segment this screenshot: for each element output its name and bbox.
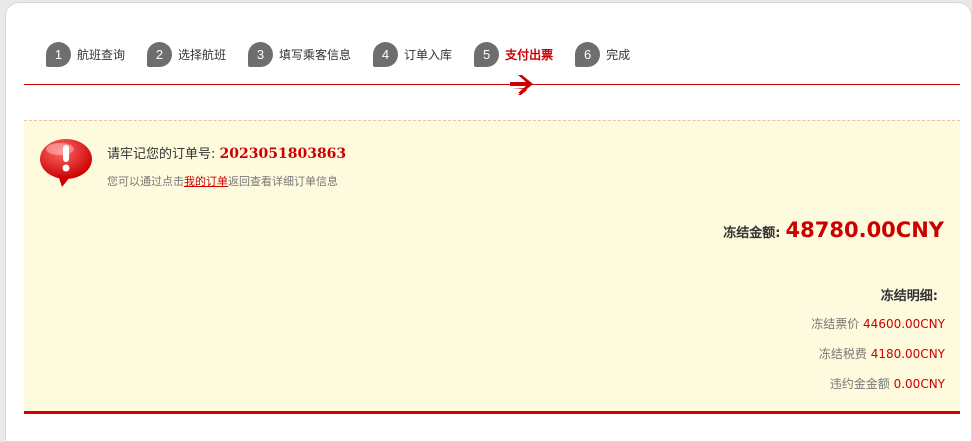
step-1: 1 航班查询 [46, 41, 126, 67]
step-number: 6 [575, 41, 601, 67]
step-4: 4 订单入库 [373, 41, 453, 67]
frozen-fare-row: 冻结票价 44600.00CNY [811, 315, 945, 332]
step-5-current: 5 支付出票 [474, 41, 554, 67]
order-number: 2023051803863 [219, 146, 347, 162]
detail-label: 冻结票价 [811, 317, 860, 331]
detail-value: 4180.00CNY [870, 347, 945, 361]
step-6: 6 完成 [575, 41, 631, 67]
detail-value: 0.00CNY [893, 377, 945, 391]
step-number: 1 [46, 41, 71, 67]
step-label: 订单入库 [404, 47, 453, 62]
detail-label: 违约金金额 [829, 377, 890, 391]
order-number-label: 请牢记您的订单号: [107, 147, 216, 162]
hint-text: 您可以通过点击 [107, 175, 184, 188]
step-label: 选择航班 [178, 47, 227, 62]
hint-text: 返回查看详细订单信息 [228, 175, 338, 188]
detail-value: 44600.00CNY [863, 317, 945, 331]
step-number: 3 [248, 41, 274, 67]
frozen-detail-title: 冻结明细: [880, 289, 938, 304]
frozen-total-amount: 48780.00CNY [785, 218, 944, 242]
step-2: 2 选择航班 [147, 41, 227, 67]
frozen-total: 冻结金额: 48780.00CNY [723, 218, 944, 242]
step-number: 5 [474, 41, 500, 67]
step-label: 填写乘客信息 [279, 47, 352, 62]
step-number: 2 [147, 41, 173, 67]
progress-steps: 1 航班查询 2 选择航班 3 填写乘客信息 4 订单入库 5 支付出票 6 完… [46, 40, 652, 68]
step-number: 4 [373, 41, 399, 67]
frozen-penalty-row: 违约金金额 0.00CNY [830, 375, 945, 392]
step-label: 航班查询 [77, 47, 126, 62]
alert-icon [40, 139, 92, 187]
step-3: 3 填写乘客信息 [248, 41, 352, 67]
frozen-total-label: 冻结金额: [723, 226, 781, 241]
frozen-tax-row: 冻结税费 4180.00CNY [819, 345, 945, 362]
plane-icon [510, 75, 533, 95]
notice-bottom-border [24, 411, 960, 414]
my-orders-link[interactable]: 我的订单 [184, 175, 228, 188]
order-number-line: 请牢记您的订单号: 2023051803863 [107, 143, 346, 162]
detail-label: 冻结税费 [818, 347, 867, 361]
order-notice-box [24, 120, 960, 414]
step-label: 完成 [606, 47, 631, 62]
progress-line [24, 84, 960, 85]
order-hint: 您可以通过点击我的订单返回查看详细订单信息 [107, 173, 338, 189]
step-label: 支付出票 [505, 47, 554, 62]
